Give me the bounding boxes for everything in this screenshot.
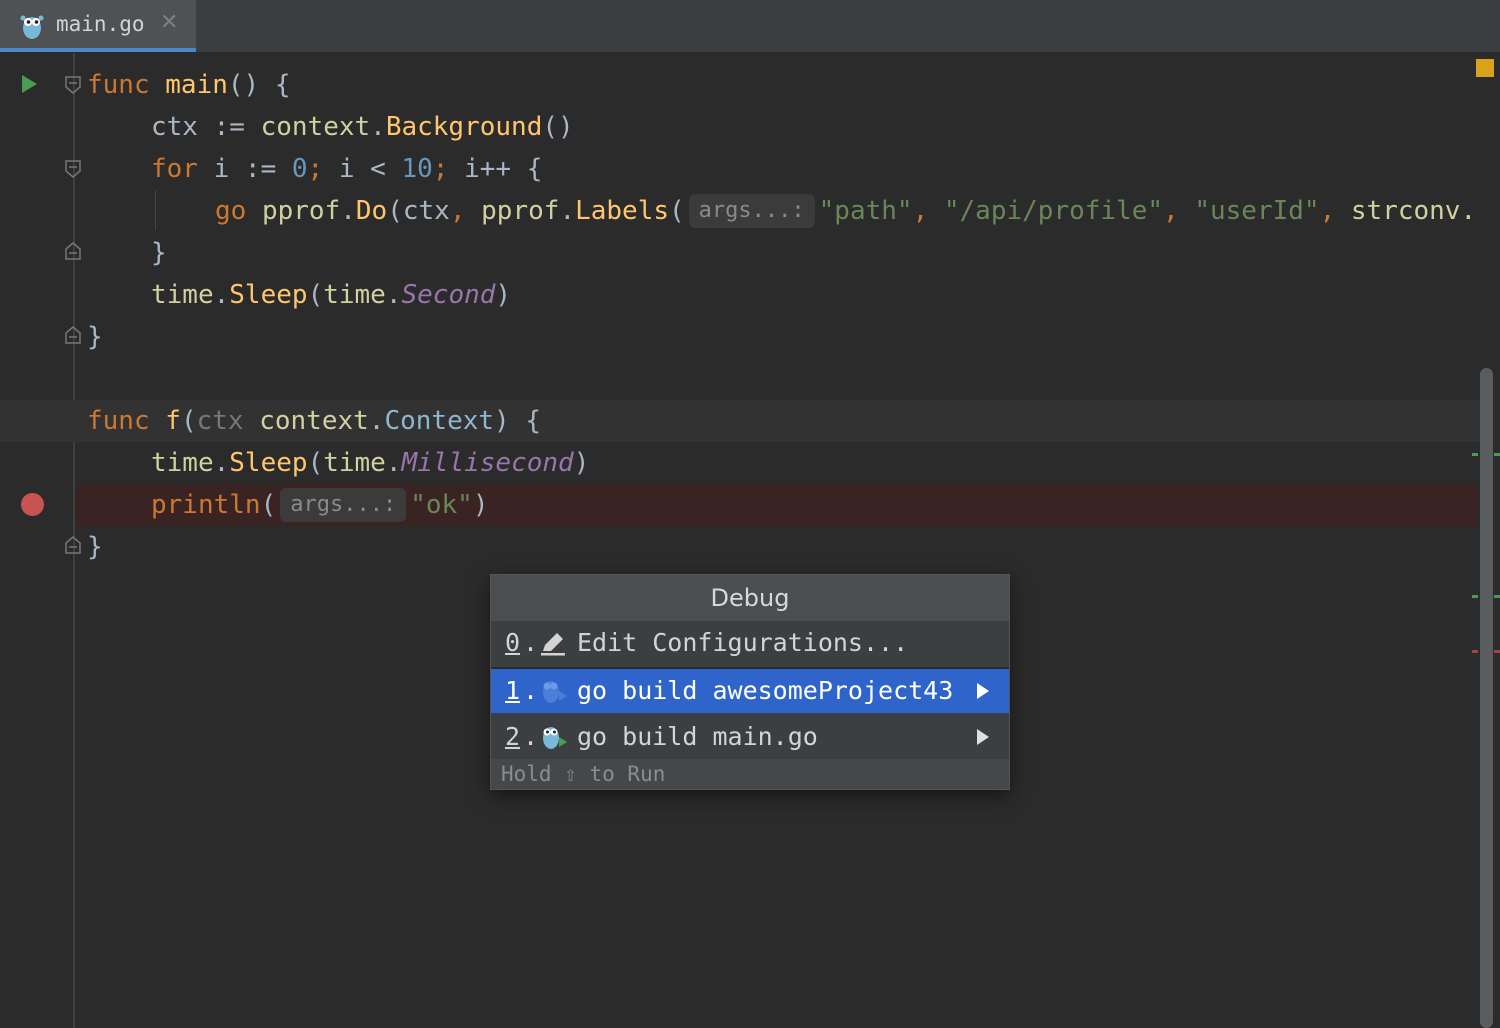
- code-line[interactable]: for i := 0; i < 10; i++ {: [0, 148, 1480, 190]
- code-line[interactable]: time.Sleep(time.Millisecond): [0, 442, 1480, 484]
- code-line[interactable]: }: [0, 316, 1480, 358]
- submenu-arrow-icon[interactable]: [977, 729, 989, 745]
- error-stripe[interactable]: [1494, 650, 1500, 653]
- item-mnemonic: 2: [505, 722, 521, 751]
- item-label: go build main.go: [577, 722, 818, 751]
- error-stripe[interactable]: [1472, 650, 1478, 653]
- code-line[interactable]: time.Sleep(time.Second): [0, 274, 1480, 316]
- code-line[interactable]: func main() {: [0, 64, 1480, 106]
- code-line[interactable]: }: [0, 232, 1480, 274]
- change-stripe[interactable]: [1472, 595, 1478, 598]
- debug-popup: Debug 0 . Edit Configurations... 1 . go …: [490, 574, 1010, 790]
- popup-item-go-build-awesomeproject43[interactable]: 1 . go build awesomeProject43: [491, 669, 1009, 713]
- change-stripe[interactable]: [1494, 595, 1500, 598]
- change-stripe[interactable]: [1494, 453, 1500, 456]
- popup-title: Debug: [491, 575, 1009, 621]
- code-line[interactable]: go pprof.Do(ctx, pprof.Labels(args...: "p…: [0, 190, 1480, 232]
- gopher-run-icon: [543, 727, 567, 749]
- item-mnemonic: 0: [505, 628, 521, 657]
- change-stripe[interactable]: [1472, 453, 1478, 456]
- item-label: go build awesomeProject43: [577, 676, 954, 705]
- code-line-current[interactable]: func f(ctx context.Context) {: [0, 400, 1480, 442]
- item-label: Edit Configurations...: [577, 628, 909, 657]
- code-line[interactable]: }: [0, 526, 1480, 568]
- parameter-hint: args...:: [280, 488, 407, 522]
- popup-item-go-build-main-go[interactable]: 2 . go build main.go: [491, 715, 1009, 759]
- vertical-scrollbar[interactable]: [1480, 368, 1493, 1028]
- tab-main-go[interactable]: main.go ✕: [0, 0, 196, 52]
- code-line[interactable]: ctx := context.Background(): [0, 106, 1480, 148]
- warning-marker[interactable]: [1476, 59, 1494, 77]
- item-mnemonic: 1: [505, 676, 521, 705]
- code-line-breakpoint[interactable]: println(args...: "ok"): [76, 484, 1478, 526]
- pencil-icon: [541, 633, 565, 656]
- parameter-hint: args...:: [688, 194, 815, 228]
- tab-label: main.go: [56, 12, 145, 36]
- submenu-arrow-icon[interactable]: [977, 683, 989, 699]
- gopher-run-icon: [543, 681, 567, 703]
- popup-item-edit-configurations[interactable]: 0 . Edit Configurations...: [491, 621, 1009, 665]
- popup-footer-hint: Hold ⇧ to Run: [491, 759, 1009, 789]
- close-icon[interactable]: ✕: [160, 10, 178, 35]
- editor-tab-bar: main.go ✕: [0, 0, 1500, 53]
- gopher-file-icon: [20, 15, 44, 39]
